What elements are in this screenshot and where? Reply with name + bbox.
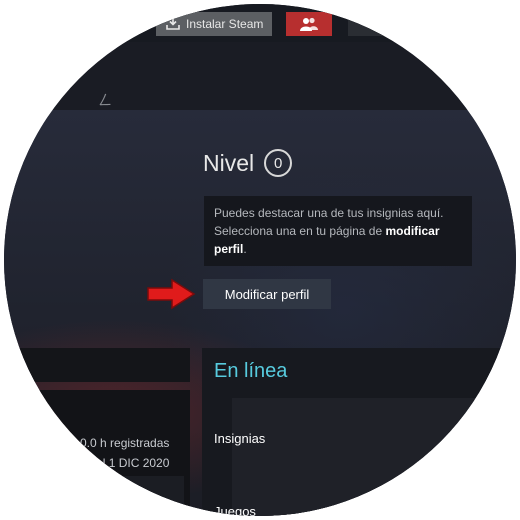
download-icon: [166, 18, 180, 30]
online-status: En línea: [214, 360, 288, 382]
header-mark: ㄥ: [98, 92, 112, 108]
badge-info-box: Puedes destacar una de tus insignias aqu…: [204, 196, 472, 266]
level-label: Nivel: [203, 149, 255, 176]
install-steam-label: Instalar Steam: [186, 17, 264, 31]
recent-activity: 0.0 h registradas l 1 DIC 2020: [80, 433, 169, 473]
badge-info-period: .: [243, 242, 247, 256]
badges-link[interactable]: Insignias: [214, 431, 265, 446]
games-link[interactable]: Juegos: [214, 504, 256, 516]
right-panel-inner: [232, 398, 512, 516]
left-panel-header: [4, 348, 190, 382]
friends-button[interactable]: [286, 12, 332, 36]
install-steam-button[interactable]: Instalar Steam: [156, 12, 272, 36]
left-panel-footer: [4, 476, 184, 516]
last-played-date: l 1 DIC 2020: [102, 456, 170, 470]
zoom-circle: Instalar Steam ㄥ Nivel 0 Puedes destacar…: [4, 4, 516, 516]
account-menu-button[interactable]: [348, 12, 418, 36]
red-arrow-icon: [147, 278, 196, 310]
friends-icon: [300, 17, 318, 31]
hours-played: 0.0 h registradas: [80, 436, 170, 450]
top-bar: Instalar Steam: [4, 4, 516, 42]
edit-profile-label: Modificar perfil: [224, 286, 310, 302]
edit-profile-button[interactable]: Modificar perfil: [203, 279, 331, 309]
profile-header: ㄥ: [4, 42, 516, 110]
level-badge: 0: [264, 149, 293, 177]
level-section: Nivel 0: [203, 149, 293, 177]
